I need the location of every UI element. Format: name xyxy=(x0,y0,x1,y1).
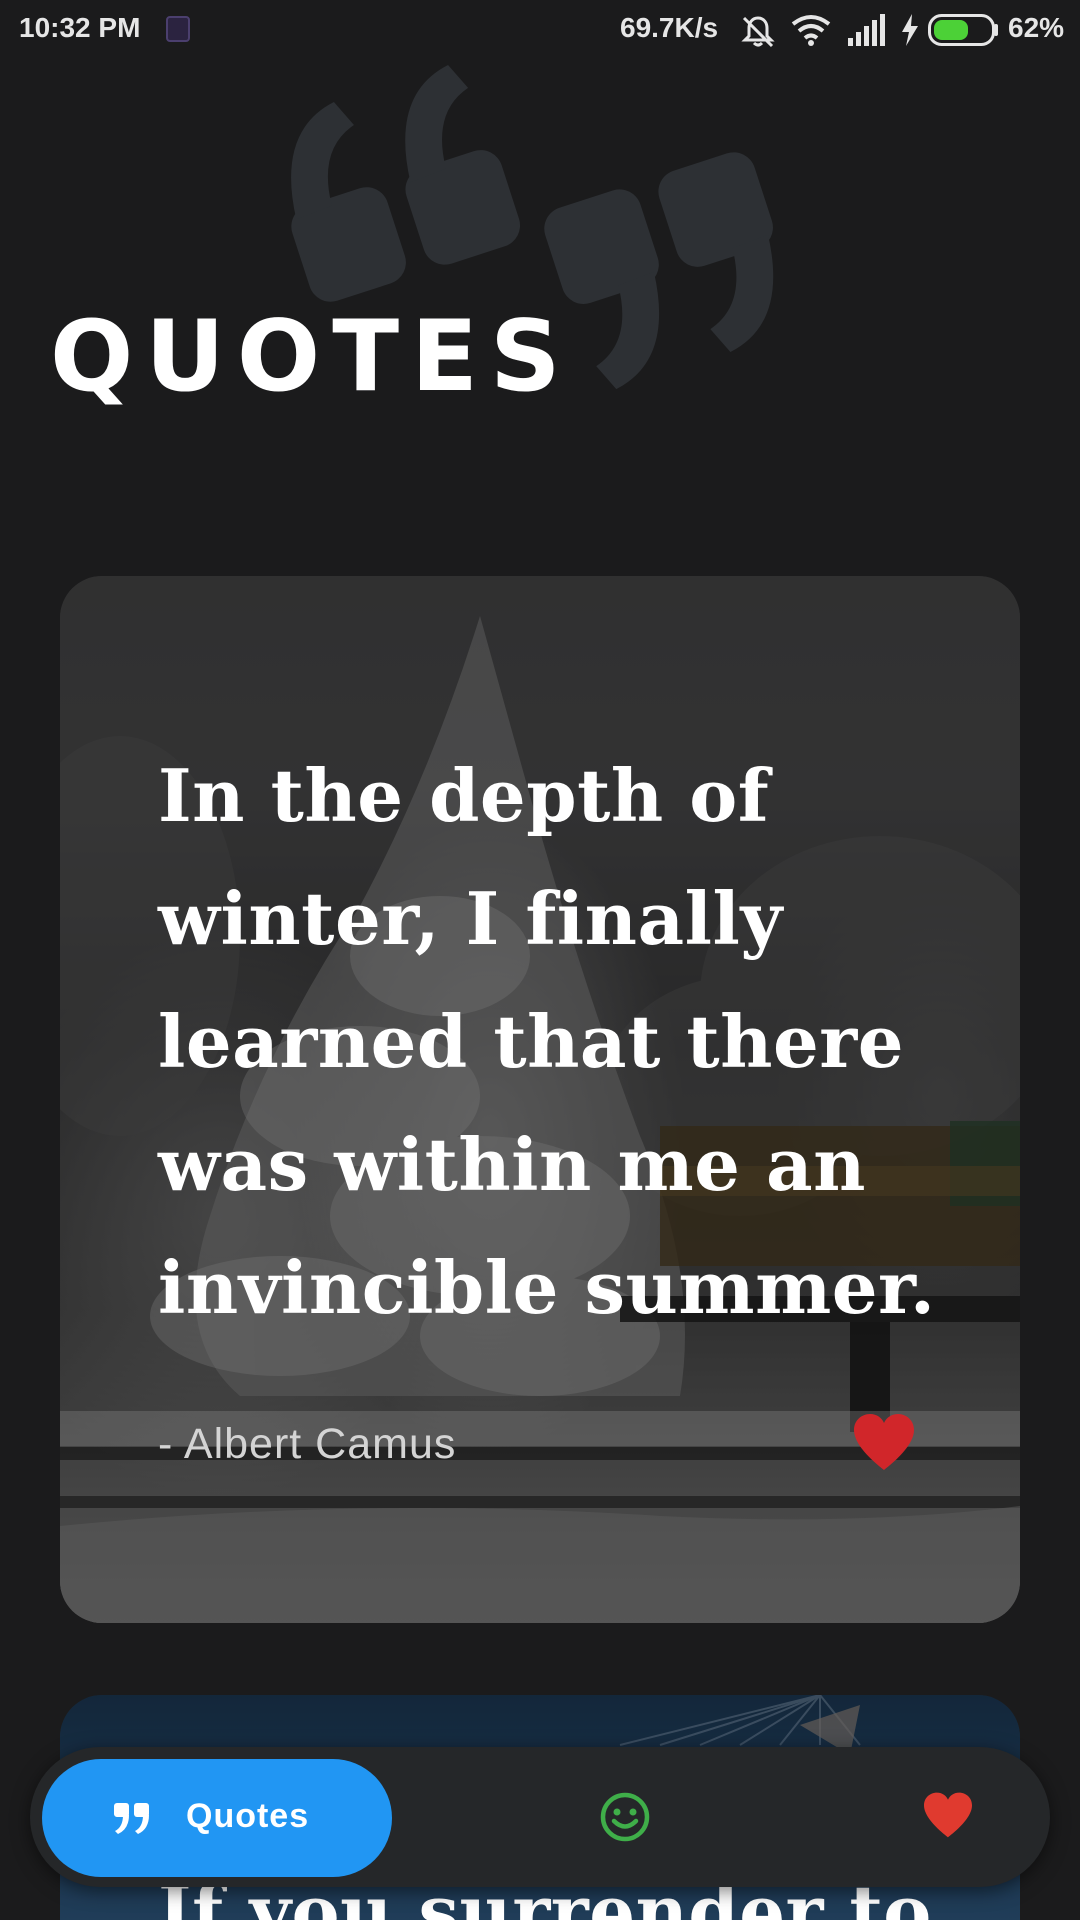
signal-icon xyxy=(848,14,885,46)
nav-tab-quotes-label: Quotes xyxy=(186,1797,310,1835)
nav-tab-favorites[interactable] xyxy=(898,1767,998,1867)
quote-card[interactable]: In the depth of winter, I finally learne… xyxy=(60,576,1020,1623)
battery-percent: 62% xyxy=(1008,12,1065,43)
quote-text: In the depth of winter, I finally learne… xyxy=(158,753,936,1330)
like-heart-icon[interactable] xyxy=(852,1412,916,1472)
page-title: QUOTES xyxy=(50,300,573,414)
status-bar: 10:32 PM 69.7K/s 62% xyxy=(0,0,1080,60)
charging-icon xyxy=(902,14,918,46)
network-speed: 69.7K/s xyxy=(620,12,719,43)
battery-icon xyxy=(928,14,998,46)
bottom-navigation: Quotes xyxy=(30,1747,1050,1887)
quote-icon xyxy=(114,1803,149,1834)
silent-icon xyxy=(741,16,775,48)
wifi-icon xyxy=(791,15,831,46)
app-notification-icon xyxy=(166,16,190,42)
smiley-icon xyxy=(600,1792,650,1842)
quotes-screen: 10:32 PM 69.7K/s 62% QUOTES In the depth… xyxy=(0,0,1080,1920)
nav-tab-moods[interactable] xyxy=(575,1767,675,1867)
heart-icon xyxy=(924,1792,972,1838)
status-time: 10:32 PM xyxy=(19,12,141,43)
nav-tab-quotes[interactable]: Quotes xyxy=(42,1759,392,1877)
quote-author: - Albert Camus xyxy=(158,1420,457,1468)
